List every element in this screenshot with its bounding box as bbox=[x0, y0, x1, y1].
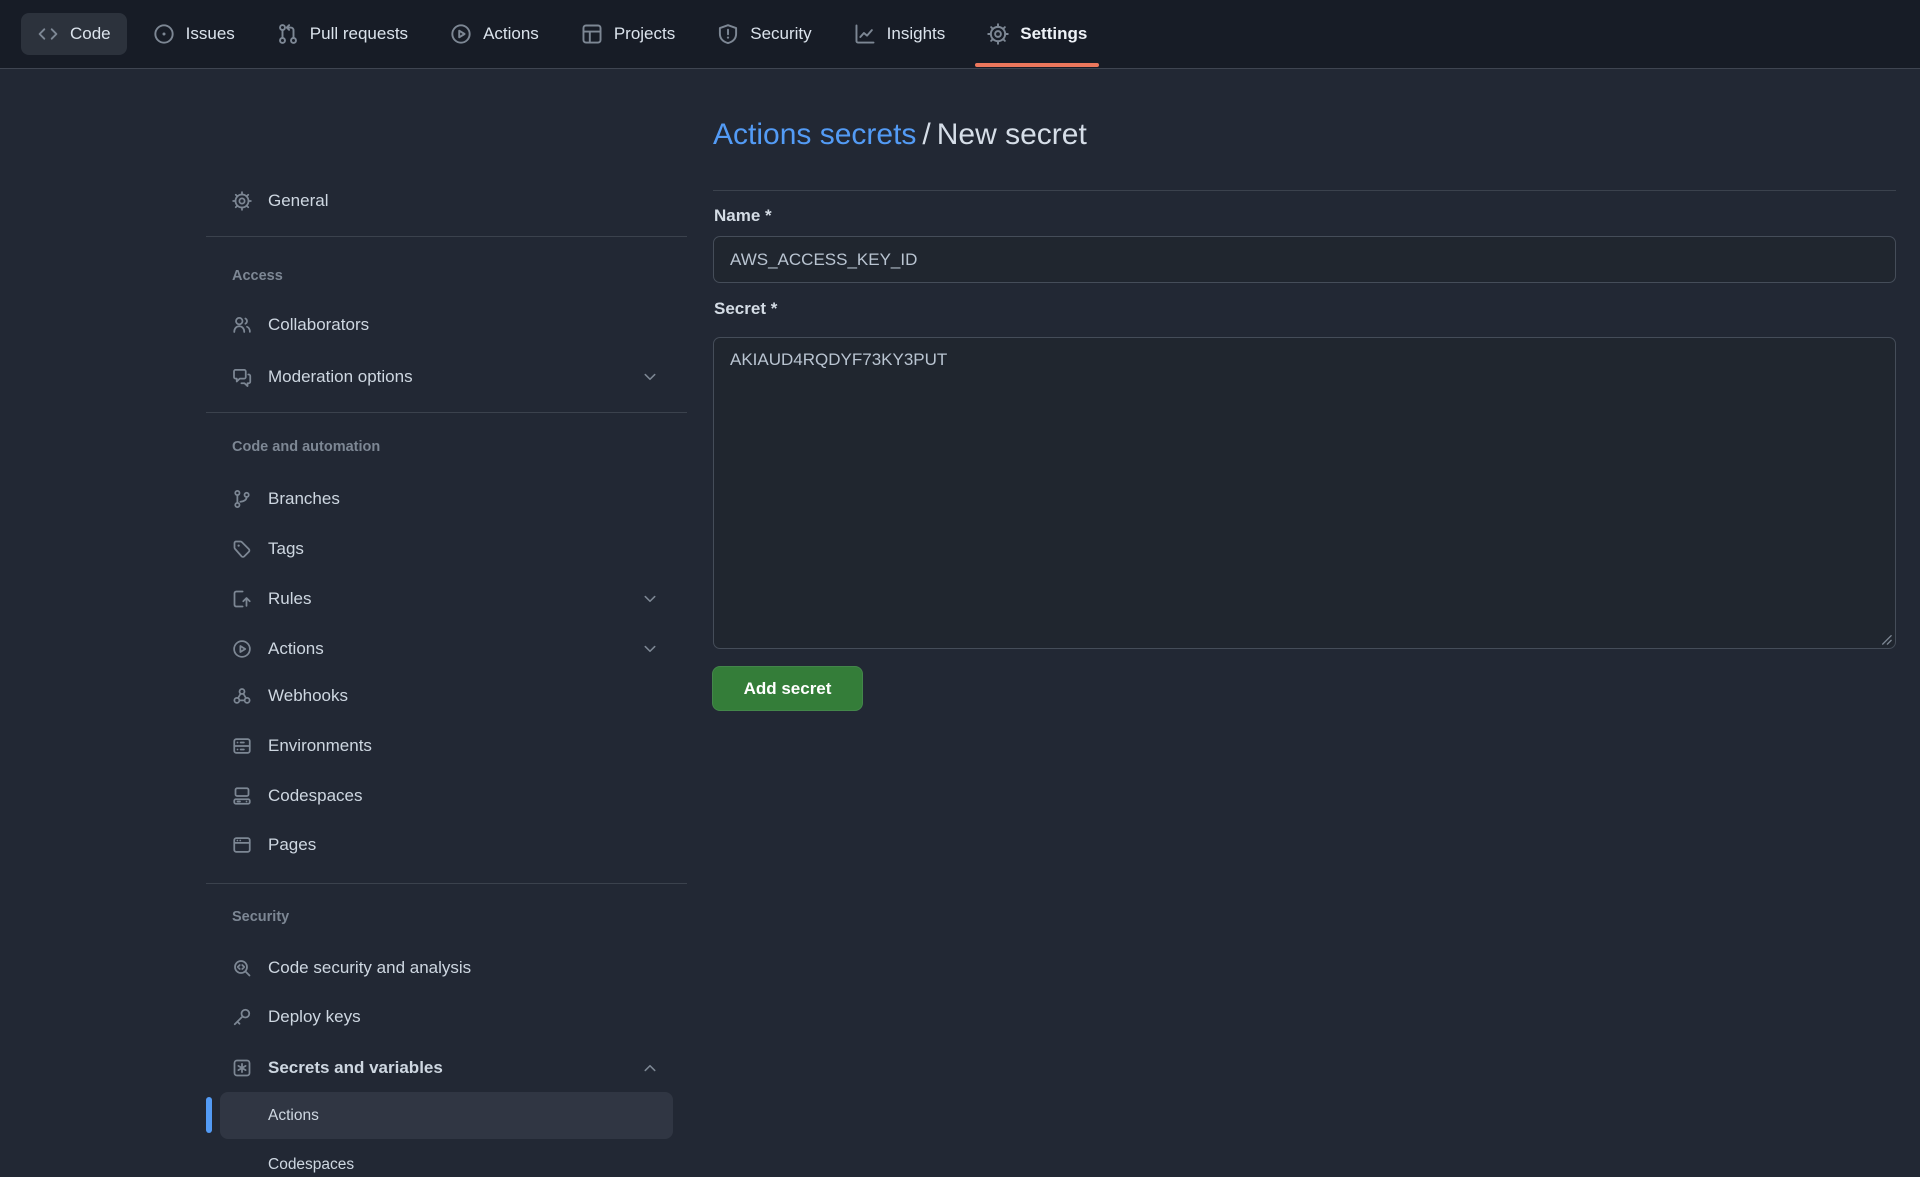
active-item-indicator bbox=[206, 1097, 212, 1133]
sidebar-item-pages[interactable]: Pages bbox=[220, 825, 673, 865]
name-label: Name * bbox=[714, 206, 772, 226]
sidebar-subitem-codespaces[interactable]: Codespaces bbox=[220, 1145, 673, 1177]
people-icon bbox=[232, 315, 252, 335]
tab-label: Projects bbox=[614, 24, 675, 44]
browser-icon bbox=[232, 835, 252, 855]
tab-actions[interactable]: Actions bbox=[434, 0, 555, 69]
new-secret-form: Actions secrets/New secret Name * Secret… bbox=[700, 69, 1920, 1177]
webhook-icon bbox=[232, 686, 252, 706]
chevron-down-icon bbox=[641, 640, 659, 658]
rule-icon bbox=[232, 589, 252, 609]
sidebar-divider bbox=[206, 883, 687, 884]
sidebar-item-branches[interactable]: Branches bbox=[220, 479, 673, 519]
play-icon bbox=[232, 639, 252, 659]
chevron-down-icon bbox=[641, 368, 659, 386]
secret-label: Secret * bbox=[714, 299, 777, 319]
breadcrumb-current: New secret bbox=[937, 118, 1087, 151]
tab-pull-requests[interactable]: Pull requests bbox=[261, 0, 424, 69]
sidebar-item-general[interactable]: General bbox=[220, 181, 673, 221]
sidebar-item-environments[interactable]: Environments bbox=[220, 726, 673, 766]
code-icon bbox=[37, 23, 59, 45]
sidebar-item-rules[interactable]: Rules bbox=[220, 579, 673, 619]
sidebar-section-code-automation: Code and automation bbox=[232, 436, 652, 458]
secret-value-textarea[interactable]: AKIAUD4RQDYF73KY3PUT bbox=[713, 337, 1896, 649]
tab-label: Code bbox=[70, 24, 111, 44]
sidebar-subitem-actions[interactable]: Actions bbox=[220, 1092, 673, 1139]
gear-icon bbox=[987, 23, 1009, 45]
table-icon bbox=[581, 23, 603, 45]
tab-label: Security bbox=[750, 24, 811, 44]
sidebar-item-tags[interactable]: Tags bbox=[220, 529, 673, 569]
repo-nav: Code Issues Pull requests Actions Projec… bbox=[0, 0, 1920, 69]
sidebar-divider bbox=[206, 236, 687, 237]
tab-insights[interactable]: Insights bbox=[838, 0, 962, 69]
breadcrumb-separator: / bbox=[916, 118, 936, 151]
secret-value-field-wrap: AKIAUD4RQDYF73KY3PUT bbox=[713, 337, 1896, 649]
key-asterisk-icon bbox=[232, 1058, 252, 1078]
sidebar-item-deploy-keys[interactable]: Deploy keys bbox=[220, 997, 673, 1037]
server-icon bbox=[232, 736, 252, 756]
tag-icon bbox=[232, 539, 252, 559]
sidebar-item-moderation-options[interactable]: Moderation options bbox=[220, 357, 673, 397]
tab-label: Actions bbox=[483, 24, 539, 44]
git-pull-request-icon bbox=[277, 23, 299, 45]
sidebar-divider bbox=[206, 412, 687, 413]
sidebar-item-actions[interactable]: Actions bbox=[220, 629, 673, 669]
gear-icon bbox=[232, 191, 252, 211]
git-branch-icon bbox=[232, 489, 252, 509]
sidebar-section-access: Access bbox=[232, 265, 652, 287]
resize-handle-icon[interactable] bbox=[1878, 631, 1893, 646]
sidebar-section-security: Security bbox=[232, 906, 652, 928]
sidebar-item-code-security[interactable]: Code security and analysis bbox=[220, 948, 673, 988]
actions-secrets-breadcrumb-link[interactable]: Actions secrets bbox=[713, 118, 916, 151]
codespaces-icon bbox=[232, 786, 252, 806]
key-icon bbox=[232, 1007, 252, 1027]
title-divider bbox=[713, 190, 1896, 191]
tab-label: Settings bbox=[1020, 24, 1087, 44]
sidebar-item-collaborators[interactable]: Collaborators bbox=[220, 305, 673, 345]
codescan-icon bbox=[232, 958, 252, 978]
tab-label: Pull requests bbox=[310, 24, 408, 44]
issue-opened-icon bbox=[153, 23, 175, 45]
add-secret-button[interactable]: Add secret bbox=[712, 666, 863, 711]
settings-sidebar: General Access Collaborators Moderation … bbox=[0, 69, 700, 1177]
play-icon bbox=[450, 23, 472, 45]
tab-code[interactable]: Code bbox=[21, 0, 127, 69]
tab-security[interactable]: Security bbox=[701, 0, 827, 69]
graph-icon bbox=[854, 23, 876, 45]
chevron-up-icon bbox=[641, 1059, 659, 1077]
tab-projects[interactable]: Projects bbox=[565, 0, 691, 69]
chevron-down-icon bbox=[641, 590, 659, 608]
sidebar-item-codespaces[interactable]: Codespaces bbox=[220, 776, 673, 816]
tab-issues[interactable]: Issues bbox=[137, 0, 251, 69]
comment-discussion-icon bbox=[232, 367, 252, 387]
page-title: Actions secrets/New secret bbox=[713, 118, 1087, 152]
tab-settings[interactable]: Settings bbox=[971, 0, 1103, 69]
shield-icon bbox=[717, 23, 739, 45]
sidebar-item-secrets-and-variables[interactable]: Secrets and variables bbox=[220, 1048, 673, 1088]
tab-label: Issues bbox=[186, 24, 235, 44]
sidebar-item-webhooks[interactable]: Webhooks bbox=[220, 676, 673, 716]
tab-label: Insights bbox=[887, 24, 946, 44]
secret-name-input[interactable] bbox=[713, 236, 1896, 283]
